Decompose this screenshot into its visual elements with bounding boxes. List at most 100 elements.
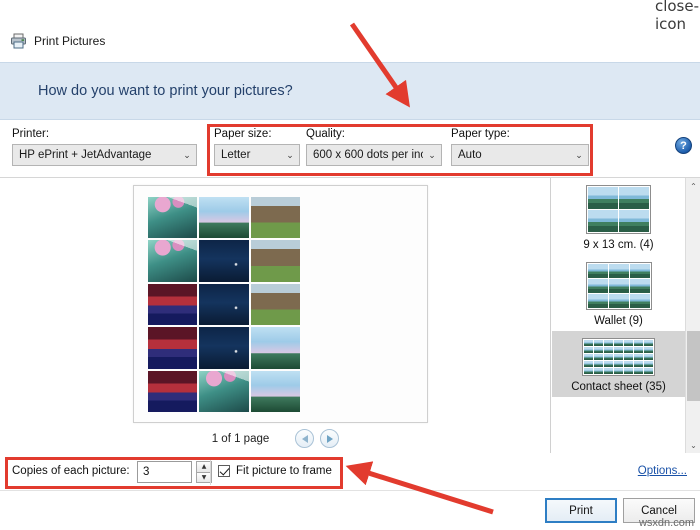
preview-thumbnail bbox=[250, 327, 300, 369]
watermark: wsxdn.com bbox=[638, 517, 694, 529]
layout-cell bbox=[594, 368, 603, 374]
print-preview-pane: 1 of 1 page bbox=[0, 178, 551, 453]
layout-cell bbox=[604, 347, 613, 353]
layout-thumbnail bbox=[585, 262, 652, 310]
scroll-up-icon[interactable]: ⌃ bbox=[686, 178, 700, 194]
layout-cell bbox=[604, 361, 613, 367]
layout-list[interactable]: 9 x 13 cm. (4) Wallet (9) Contact sheet (3… bbox=[552, 178, 685, 453]
preview-thumbnail bbox=[148, 283, 198, 326]
layout-cell bbox=[644, 361, 653, 367]
layout-option-1[interactable]: Wallet (9) bbox=[552, 255, 685, 331]
paper-type-select[interactable]: Auto ⌄ bbox=[451, 144, 589, 166]
layout-cell bbox=[584, 347, 593, 353]
action-bar: Print Cancel wsxdn.com bbox=[0, 491, 700, 530]
preview-thumbnail bbox=[148, 197, 198, 239]
layout-cell bbox=[604, 340, 613, 346]
paper-size-select[interactable]: Letter ⌄ bbox=[214, 144, 300, 166]
layout-cell bbox=[584, 340, 593, 346]
chevron-down-icon: ⌄ bbox=[575, 149, 583, 160]
layout-cell bbox=[629, 279, 650, 293]
preview-thumbnail bbox=[199, 197, 249, 239]
layout-caption: 9 x 13 cm. (4) bbox=[583, 239, 654, 251]
copies-label: Copies of each picture: bbox=[12, 465, 130, 477]
layout-cell bbox=[604, 354, 613, 360]
scrollbar-thumb[interactable] bbox=[687, 331, 700, 401]
quality-value: 600 x 600 dots per inch bbox=[313, 149, 423, 161]
layout-cell bbox=[634, 368, 643, 374]
copies-input[interactable]: 3 bbox=[137, 461, 192, 483]
layout-cell bbox=[614, 347, 623, 353]
layout-cell bbox=[614, 340, 623, 346]
layout-cell bbox=[619, 187, 649, 209]
copies-stepper[interactable]: 3 ▲ ▼ bbox=[137, 461, 212, 483]
main-content: 1 of 1 page 9 x 13 cm. (4) Wallet (9) Cont… bbox=[0, 178, 700, 453]
preview-thumbnail bbox=[199, 370, 249, 412]
print-pictures-dialog: close-icon Print Pictures How do you wan… bbox=[0, 0, 700, 530]
printer-icon bbox=[10, 33, 27, 49]
help-icon[interactable]: ? bbox=[675, 137, 692, 154]
close-icon[interactable]: close-icon bbox=[655, 0, 699, 33]
paper-type-label: Paper type: bbox=[451, 128, 510, 140]
layout-cell bbox=[634, 340, 643, 346]
layout-cell bbox=[624, 368, 633, 374]
layout-cell bbox=[634, 361, 643, 367]
title-bar: close-icon Print Pictures bbox=[0, 0, 700, 62]
layout-cell bbox=[604, 368, 613, 374]
chevron-down-icon: ⌄ bbox=[286, 149, 294, 160]
copies-bar: Copies of each picture: 3 ▲ ▼ Fit pictur… bbox=[0, 453, 700, 491]
options-link[interactable]: Options... bbox=[638, 465, 687, 477]
preview-thumbnail bbox=[148, 240, 198, 282]
preview-thumbnail bbox=[148, 370, 198, 412]
layout-option-2[interactable]: Contact sheet (35) bbox=[552, 331, 685, 397]
layout-cell bbox=[608, 294, 629, 308]
preview-thumbnail bbox=[250, 197, 300, 239]
app-identity: Print Pictures bbox=[10, 33, 105, 49]
preview-thumbnail bbox=[199, 327, 249, 369]
chevron-down-icon: ⌄ bbox=[183, 149, 191, 160]
printer-field: Printer: HP ePrint + JetAdvantage ⌄ bbox=[12, 128, 197, 166]
layout-cell bbox=[614, 368, 623, 374]
layout-cell bbox=[594, 354, 603, 360]
layout-cell bbox=[644, 347, 653, 353]
paper-size-value: Letter bbox=[221, 149, 251, 161]
layout-cell bbox=[587, 264, 608, 278]
quality-select[interactable]: 600 x 600 dots per inch ⌄ bbox=[306, 144, 442, 166]
layout-scrollbar[interactable]: ⌃ ⌄ bbox=[685, 178, 700, 453]
layout-cell bbox=[644, 368, 653, 374]
layout-cell bbox=[634, 347, 643, 353]
layout-cell bbox=[594, 340, 603, 346]
fit-picture-checkbox[interactable]: Fit picture to frame bbox=[218, 465, 332, 477]
layout-cell bbox=[614, 354, 623, 360]
scroll-down-icon[interactable]: ⌄ bbox=[686, 437, 700, 453]
layout-cell bbox=[624, 340, 633, 346]
printer-select[interactable]: HP ePrint + JetAdvantage ⌄ bbox=[12, 144, 197, 166]
print-options-toolbar: Printer: HP ePrint + JetAdvantage ⌄ Pape… bbox=[0, 120, 700, 178]
layout-cell bbox=[634, 354, 643, 360]
layout-thumbnail bbox=[582, 338, 655, 376]
layout-cell bbox=[629, 294, 650, 308]
layout-cell bbox=[587, 279, 608, 293]
page-navigation: 1 of 1 page bbox=[0, 424, 551, 453]
layout-caption: Wallet (9) bbox=[594, 315, 643, 327]
layout-cell bbox=[584, 354, 593, 360]
layout-cell bbox=[619, 210, 649, 232]
page-status: 1 of 1 page bbox=[211, 432, 270, 445]
layout-cell bbox=[587, 294, 608, 308]
prev-page-icon[interactable] bbox=[295, 429, 315, 448]
layout-cell bbox=[644, 354, 653, 360]
layout-option-0[interactable]: 9 x 13 cm. (4) bbox=[552, 178, 685, 255]
print-button[interactable]: Print bbox=[545, 498, 617, 523]
paper-size-field: Paper size: Letter ⌄ bbox=[214, 128, 300, 166]
paper-size-label: Paper size: bbox=[214, 128, 272, 140]
printer-label: Printer: bbox=[12, 128, 50, 140]
preview-thumbnail-grid bbox=[148, 197, 300, 412]
preview-sheet bbox=[133, 185, 428, 423]
preview-thumbnail bbox=[199, 240, 249, 282]
layout-cell bbox=[588, 187, 618, 209]
layout-cell bbox=[624, 354, 633, 360]
next-page-icon[interactable] bbox=[320, 429, 340, 448]
paper-type-value: Auto bbox=[458, 149, 482, 161]
page-title: How do you want to print your pictures? bbox=[38, 83, 293, 99]
quality-label: Quality: bbox=[306, 128, 345, 140]
preview-thumbnail bbox=[250, 240, 300, 282]
